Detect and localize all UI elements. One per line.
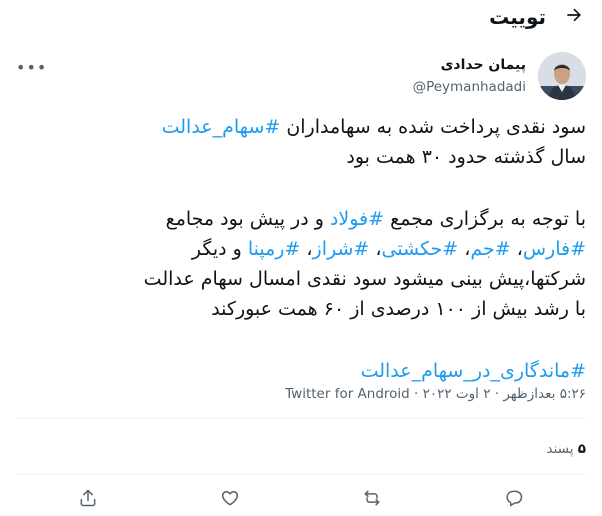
separator: · xyxy=(490,386,504,402)
tweet-text-span: سود نقدی پرداخت شده به سهامداران xyxy=(280,116,586,138)
hashtag-link[interactable]: #فولاد xyxy=(330,208,384,230)
hashtag-link[interactable]: #شراز xyxy=(313,238,370,260)
separator: · xyxy=(409,386,423,402)
tweet-line: با رشد بیش از ۱۰۰ درصدی از ۶۰ همت عبورکن… xyxy=(211,298,586,320)
likes-count: ۵ xyxy=(577,441,586,457)
tweet-line: #ماندگاری_در_سهام_عدالت xyxy=(26,356,586,386)
more-options-icon[interactable]: ••• xyxy=(16,58,47,77)
tweet-author: پیمان حدادی @Peymanhadadi ••• xyxy=(0,48,602,108)
tweet-line: #فارس، #جم، #حکشتی، #شراز، #رمپنا و دیگر xyxy=(26,234,586,264)
likes-label: پسند xyxy=(546,441,574,457)
share-icon[interactable] xyxy=(76,486,100,510)
hashtag-link[interactable]: #فارس xyxy=(523,238,586,260)
tweet-text-span: با توجه به برگزاری مجمع xyxy=(384,208,586,230)
hashtag-link[interactable]: #حکشتی xyxy=(381,238,458,260)
separator: ، xyxy=(510,238,523,260)
hashtag-link[interactable]: #سهام_عدالت xyxy=(162,116,281,138)
likes-stat[interactable]: ۵ پسند xyxy=(546,441,586,457)
tweet-line: سود نقدی پرداخت شده به سهامداران #سهام_ع… xyxy=(26,112,586,142)
tweet-text-span: و در پیش بود مجامع xyxy=(165,208,330,230)
reply-icon[interactable] xyxy=(502,486,526,510)
tweet-meta: ۵:۲۶ بعدازظهر · ۲ اوت ۲۰۲۲ · Twitter for… xyxy=(285,386,586,402)
author-name[interactable]: پیمان حدادی xyxy=(441,57,526,73)
tweet-text-span: و دیگر xyxy=(191,238,248,260)
arrow-back-icon[interactable] xyxy=(562,5,586,29)
tweet-line: با توجه به برگزاری مجمع #فولاد و در پیش … xyxy=(26,204,586,234)
avatar[interactable] xyxy=(538,52,586,100)
tweet-source[interactable]: Twitter for Android xyxy=(285,386,410,402)
like-icon[interactable] xyxy=(218,486,242,510)
separator: ، xyxy=(458,238,471,260)
hashtag-link[interactable]: #رمپنا xyxy=(248,238,301,260)
tweet-line: شرکتها،پیش بینی میشود سود نقدی امسال سها… xyxy=(143,268,586,290)
tweet-date[interactable]: ۲ اوت ۲۰۲۲ xyxy=(423,386,491,402)
tweet-line: سال گذشته حدود ۳۰ همت بود xyxy=(346,146,586,168)
hashtag-link[interactable]: #جم xyxy=(470,238,510,260)
tweet-actions xyxy=(0,482,602,514)
top-bar: توییت xyxy=(0,0,602,36)
page-title: توییت xyxy=(489,5,546,29)
separator: ، xyxy=(300,238,313,260)
separator: ، xyxy=(369,238,382,260)
tweet-time[interactable]: ۵:۲۶ بعدازظهر xyxy=(503,386,586,402)
divider xyxy=(16,418,586,419)
divider xyxy=(16,474,586,475)
author-handle[interactable]: @Peymanhadadi xyxy=(413,79,526,95)
hashtag-link[interactable]: #ماندگاری_در_سهام_عدالت xyxy=(361,360,586,382)
tweet-text: سود نقدی پرداخت شده به سهامداران #سهام_ع… xyxy=(26,112,586,386)
retweet-icon[interactable] xyxy=(360,486,384,510)
